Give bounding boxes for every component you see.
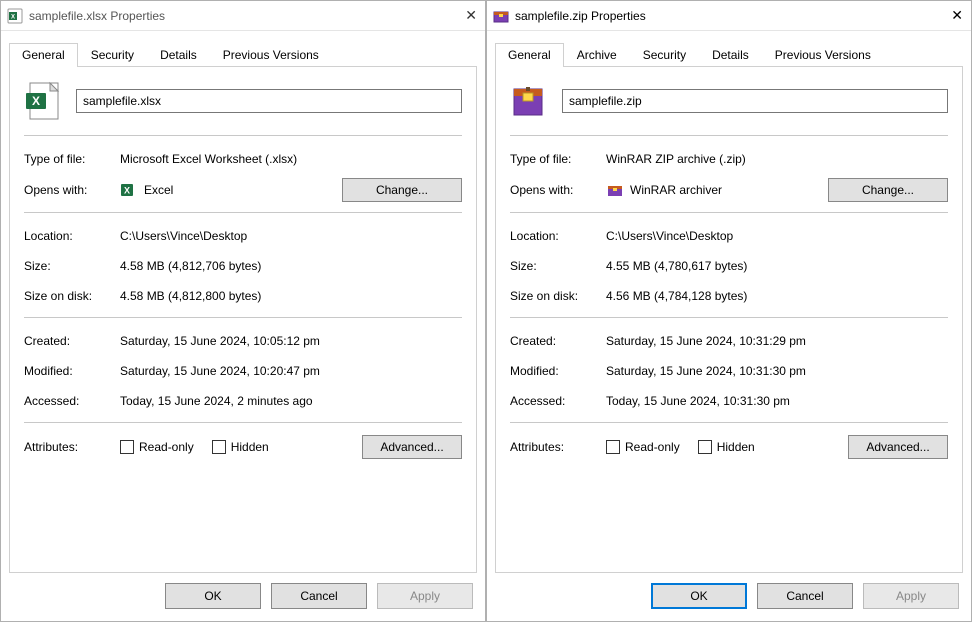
hidden-checkbox[interactable]: Hidden <box>698 440 755 454</box>
properties-dialog-zip: samplefile.zip Properties ✕ General Arch… <box>486 0 972 622</box>
type-label: Type of file: <box>24 152 120 166</box>
accessed-value: Today, 15 June 2024, 2 minutes ago <box>120 394 462 408</box>
svg-text:X: X <box>124 186 130 196</box>
properties-dialog-xlsx: X samplefile.xlsx Properties ✕ General S… <box>0 0 486 622</box>
size-on-disk-value: 4.56 MB (4,784,128 bytes) <box>606 289 948 303</box>
attributes-label: Attributes: <box>510 440 606 454</box>
dialog-buttons: OK Cancel Apply <box>487 573 971 621</box>
tab-strip: General Archive Security Details Previou… <box>495 43 963 67</box>
cancel-button[interactable]: Cancel <box>271 583 367 609</box>
titlebar: X samplefile.xlsx Properties ✕ <box>1 1 485 31</box>
checkbox-box-icon <box>212 440 226 454</box>
tab-details[interactable]: Details <box>699 43 762 67</box>
excel-app-icon: X <box>120 181 138 199</box>
location-label: Location: <box>24 229 120 243</box>
opens-with-label: Opens with: <box>510 183 606 197</box>
readonly-checkbox[interactable]: Read-only <box>606 440 680 454</box>
hidden-checkbox[interactable]: Hidden <box>212 440 269 454</box>
created-label: Created: <box>510 334 606 348</box>
type-value: WinRAR ZIP archive (.zip) <box>606 152 948 166</box>
titlebar: samplefile.zip Properties ✕ <box>487 1 971 31</box>
readonly-checkbox[interactable]: Read-only <box>120 440 194 454</box>
location-label: Location: <box>510 229 606 243</box>
hidden-label: Hidden <box>231 440 269 454</box>
tab-archive[interactable]: Archive <box>564 43 630 67</box>
location-value: C:\Users\Vince\Desktop <box>120 229 462 243</box>
general-panel: Type of file: WinRAR ZIP archive (.zip) … <box>495 67 963 573</box>
change-button[interactable]: Change... <box>828 178 948 202</box>
apply-button[interactable]: Apply <box>377 583 473 609</box>
tab-general[interactable]: General <box>495 43 564 67</box>
checkbox-box-icon <box>698 440 712 454</box>
tab-security[interactable]: Security <box>630 43 699 67</box>
checkbox-box-icon <box>606 440 620 454</box>
size-label: Size: <box>24 259 120 273</box>
modified-label: Modified: <box>510 364 606 378</box>
winrar-app-icon <box>606 181 624 199</box>
size-on-disk-label: Size on disk: <box>24 289 120 303</box>
opens-with-label: Opens with: <box>24 183 120 197</box>
dialog-buttons: OK Cancel Apply <box>1 573 485 621</box>
apply-button[interactable]: Apply <box>863 583 959 609</box>
excel-file-icon: X <box>7 8 23 24</box>
ok-button[interactable]: OK <box>165 583 261 609</box>
filename-input[interactable] <box>76 89 462 113</box>
size-value: 4.58 MB (4,812,706 bytes) <box>120 259 462 273</box>
opens-with-value: WinRAR archiver <box>630 183 818 197</box>
accessed-label: Accessed: <box>24 394 120 408</box>
size-on-disk-label: Size on disk: <box>510 289 606 303</box>
advanced-button[interactable]: Advanced... <box>848 435 948 459</box>
modified-label: Modified: <box>24 364 120 378</box>
attributes-label: Attributes: <box>24 440 120 454</box>
close-button[interactable]: ✕ <box>923 7 963 24</box>
readonly-label: Read-only <box>625 440 680 454</box>
location-value: C:\Users\Vince\Desktop <box>606 229 948 243</box>
modified-value: Saturday, 15 June 2024, 10:31:30 pm <box>606 364 948 378</box>
hidden-label: Hidden <box>717 440 755 454</box>
change-button[interactable]: Change... <box>342 178 462 202</box>
cancel-button[interactable]: Cancel <box>757 583 853 609</box>
advanced-button[interactable]: Advanced... <box>362 435 462 459</box>
tab-general[interactable]: General <box>9 43 78 67</box>
checkbox-box-icon <box>120 440 134 454</box>
modified-value: Saturday, 15 June 2024, 10:20:47 pm <box>120 364 462 378</box>
tab-strip: General Security Details Previous Versio… <box>9 43 477 67</box>
window-title: samplefile.zip Properties <box>515 9 923 23</box>
close-button[interactable]: ✕ <box>437 7 477 24</box>
readonly-label: Read-only <box>139 440 194 454</box>
type-value: Microsoft Excel Worksheet (.xlsx) <box>120 152 462 166</box>
size-value: 4.55 MB (4,780,617 bytes) <box>606 259 948 273</box>
ok-button[interactable]: OK <box>651 583 747 609</box>
created-label: Created: <box>24 334 120 348</box>
size-label: Size: <box>510 259 606 273</box>
window-title: samplefile.xlsx Properties <box>29 9 437 23</box>
type-label: Type of file: <box>510 152 606 166</box>
accessed-label: Accessed: <box>510 394 606 408</box>
general-panel: X Type of file: Microsoft Excel Workshee… <box>9 67 477 573</box>
tab-previous-versions[interactable]: Previous Versions <box>762 43 884 67</box>
svg-text:X: X <box>11 14 15 20</box>
winrar-file-icon <box>493 8 509 24</box>
accessed-value: Today, 15 June 2024, 10:31:30 pm <box>606 394 948 408</box>
created-value: Saturday, 15 June 2024, 10:05:12 pm <box>120 334 462 348</box>
svg-text:X: X <box>32 94 40 108</box>
tab-security[interactable]: Security <box>78 43 147 67</box>
tab-details[interactable]: Details <box>147 43 210 67</box>
tab-previous-versions[interactable]: Previous Versions <box>210 43 332 67</box>
winrar-archive-icon <box>510 81 546 121</box>
excel-document-icon: X <box>24 81 60 121</box>
created-value: Saturday, 15 June 2024, 10:31:29 pm <box>606 334 948 348</box>
size-on-disk-value: 4.58 MB (4,812,800 bytes) <box>120 289 462 303</box>
opens-with-value: Excel <box>144 183 332 197</box>
filename-input[interactable] <box>562 89 948 113</box>
